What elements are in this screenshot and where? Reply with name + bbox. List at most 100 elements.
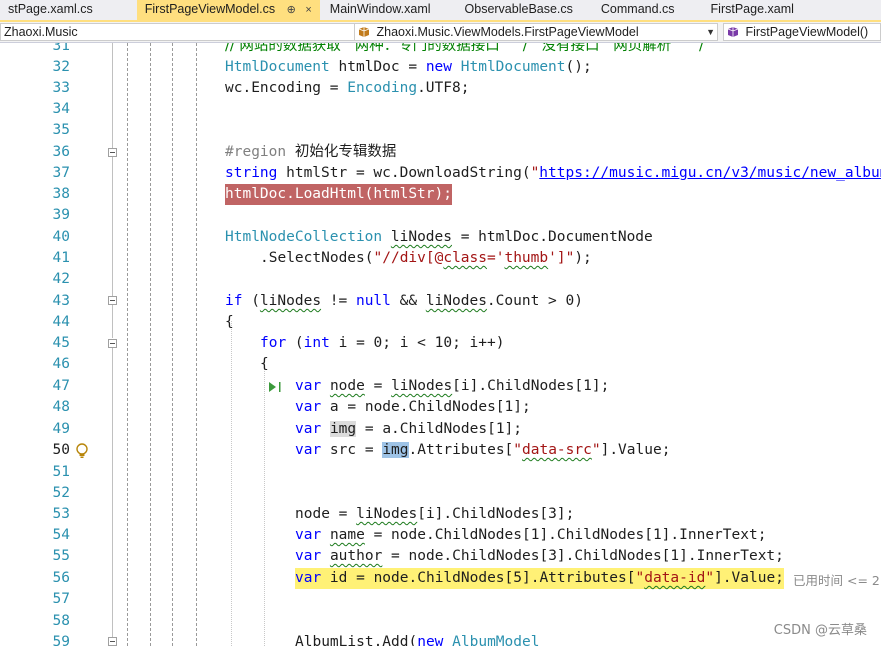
code-fragment: htmlStr = wc.DownloadString( [277,165,531,181]
project-dropdown[interactable]: Zhaoxi.Music ▼ [0,23,366,41]
elapsed-time-hint: 已用时间 <= 2 [793,573,880,588]
preprocessor: #region [225,144,295,160]
keyword: var [295,442,322,458]
keyword: var [295,399,322,415]
identifier: htmlDoc [338,59,400,75]
punctuation: (); [565,59,592,75]
code-fragment: .Count > 0) [486,293,583,309]
line-number: 51 [52,464,70,480]
code-line: 54 var name = node.ChildNodes[1].ChildNo… [0,525,881,546]
code-line: 46 { [0,354,881,375]
code-editor[interactable]: 31 // 网站的数据获取 两种：专门的数据接口 / 没有接口 网页解析 / 3… [0,43,881,646]
code-line: 48 var a = node.ChildNodes[1]; [0,397,881,418]
string-token: thumb [504,250,549,266]
lightbulb-icon[interactable] [75,443,89,459]
tab-firstpage-xaml[interactable]: FirstPage.xaml [703,0,802,20]
keyword: for [260,335,287,351]
navigation-bar: Zhaoxi.Music ▼ Zhaoxi.Music.ViewModels.F… [0,22,881,43]
code-line: 41 .SelectNodes("//div[@class='thumb']")… [0,248,881,269]
keyword: new [417,634,444,646]
code-fragment: ].Value; [714,570,784,586]
current-statement-highlight: var id = node.ChildNodes[5].Attributes["… [295,568,784,589]
document-tab-strip: stPage.xaml.cs FirstPageViewModel.cs ⊕ ×… [0,0,881,22]
code-line: 58 [0,611,881,632]
code-fragment: AlbumList.Add( [295,634,418,646]
code-line: 51 [0,462,881,483]
code-text: var name = node.ChildNodes[1].ChildNodes… [295,525,766,546]
line-number: 50 [52,442,70,458]
code-fragment: .UTF8; [417,80,470,96]
line-number: 43 [52,293,70,309]
class-icon [358,27,370,37]
code-text: for (int i = 0; i < 10; i++) [260,333,504,354]
error-highlighted-statement[interactable]: htmlDoc.LoadHtml(htmlStr); [225,184,452,205]
code-text: node = liNodes[i].ChildNodes[3]; [295,504,574,525]
code-line: 49 var img = a.ChildNodes[1]; [0,419,881,440]
tab-mainwindow-xaml[interactable]: MainWindow.xaml [322,0,439,20]
line-number: 45 [52,335,70,351]
code-fragment: = node.ChildNodes[3].ChildNodes[1].Inner… [382,548,784,564]
keyword: new [425,59,453,75]
code-fragment: = a.ChildNodes[1]; [356,421,523,437]
code-line: 37 string htmlStr = wc.DownloadString("h… [0,163,881,184]
line-number: 35 [52,122,70,138]
line-number: 40 [52,229,70,245]
brace: { [260,356,269,372]
close-icon[interactable]: × [305,4,311,16]
code-text: var node = liNodes[i].ChildNodes[1]; [295,376,609,397]
tab-label: FirstPageViewModel.cs [144,2,276,16]
line-number: 44 [52,314,70,330]
identifier: liNodes [356,506,418,522]
code-fragment: wc.Encoding = [225,80,348,96]
tab-firstpage-xaml-cs[interactable]: stPage.xaml.cs [0,0,101,20]
keyword: var [295,378,322,394]
tab-observablebase-cs[interactable]: ObservableBase.cs [457,0,581,20]
string-token: " [635,570,645,586]
line-number: 34 [52,101,70,117]
type-token: AlbumModel [452,634,540,646]
line-number: 33 [52,80,70,96]
type-name: Zhaoxi.Music.ViewModels.FirstPageViewMod… [376,25,639,39]
chevron-down-icon: ▼ [706,27,715,37]
code-fragment: id = node.ChildNodes[5].Attributes[ [321,570,636,586]
code-line: 57 [0,589,881,610]
project-name: Zhaoxi.Music [4,25,78,39]
code-line: 59 AlbumList.Add(new AlbumModel [0,632,881,646]
url-link[interactable]: https://music.migu.cn/v3/music/new_album [539,165,881,181]
code-line: 47 var node = liNodes[i].ChildNodes[1]; [0,376,881,397]
type-dropdown[interactable]: Zhaoxi.Music.ViewModels.FirstPageViewMod… [354,23,718,41]
code-fragment: node = [295,506,357,522]
line-number: 47 [52,378,70,394]
line-number: 36 [52,144,70,160]
comment: // 网站的数据获取 两种：专门的数据接口 / 没有接口 网页解析 / [225,43,704,54]
line-number: 42 [52,271,70,287]
code-text: if (liNodes != null && liNodes.Count > 0… [225,291,583,312]
code-fragment: a = node.ChildNodes[1]; [321,399,531,415]
code-fragment: = node.ChildNodes[1].ChildNodes[1].Inner… [364,527,767,543]
code-text: HtmlDocument htmlDoc = new HtmlDocument(… [225,59,592,75]
member-dropdown[interactable]: FirstPageViewModel() [723,23,881,41]
code-line: 36 #region 初始化专辑数据 [0,142,881,163]
type-token: Encoding [347,80,418,96]
tab-command-cs[interactable]: Command.cs [593,0,683,20]
run-to-click-icon[interactable] [268,381,282,393]
region-name: 初始化专辑数据 [294,144,397,160]
line-number: 56 [52,570,70,586]
line-number: 48 [52,399,70,415]
code-line: 44 { [0,312,881,333]
code-text: wc.Encoding = Encoding.UTF8; [225,78,469,99]
keyword: if [225,293,243,309]
code-line: 39 [0,205,881,226]
code-line: 32 HtmlDocument htmlDoc = new HtmlDocume… [0,57,881,78]
code-line: 33 wc.Encoding = Encoding.UTF8; [0,78,881,99]
pin-icon[interactable]: ⊕ [287,4,296,16]
code-text: AlbumList.Add(new AlbumModel [295,632,539,646]
selected-identifier[interactable]: img [382,442,409,458]
tab-firstpageviewmodel-cs[interactable]: FirstPageViewModel.cs ⊕ × [136,0,320,20]
line-number: 46 [52,356,70,372]
line-number: 38 [52,186,70,202]
code-line: 55 var author = node.ChildNodes[3].Child… [0,546,881,567]
keyword: var [295,527,322,543]
code-line: 53 node = liNodes[i].ChildNodes[3]; [0,504,881,525]
code-line: 43 if (liNodes != null && liNodes.Count … [0,291,881,312]
